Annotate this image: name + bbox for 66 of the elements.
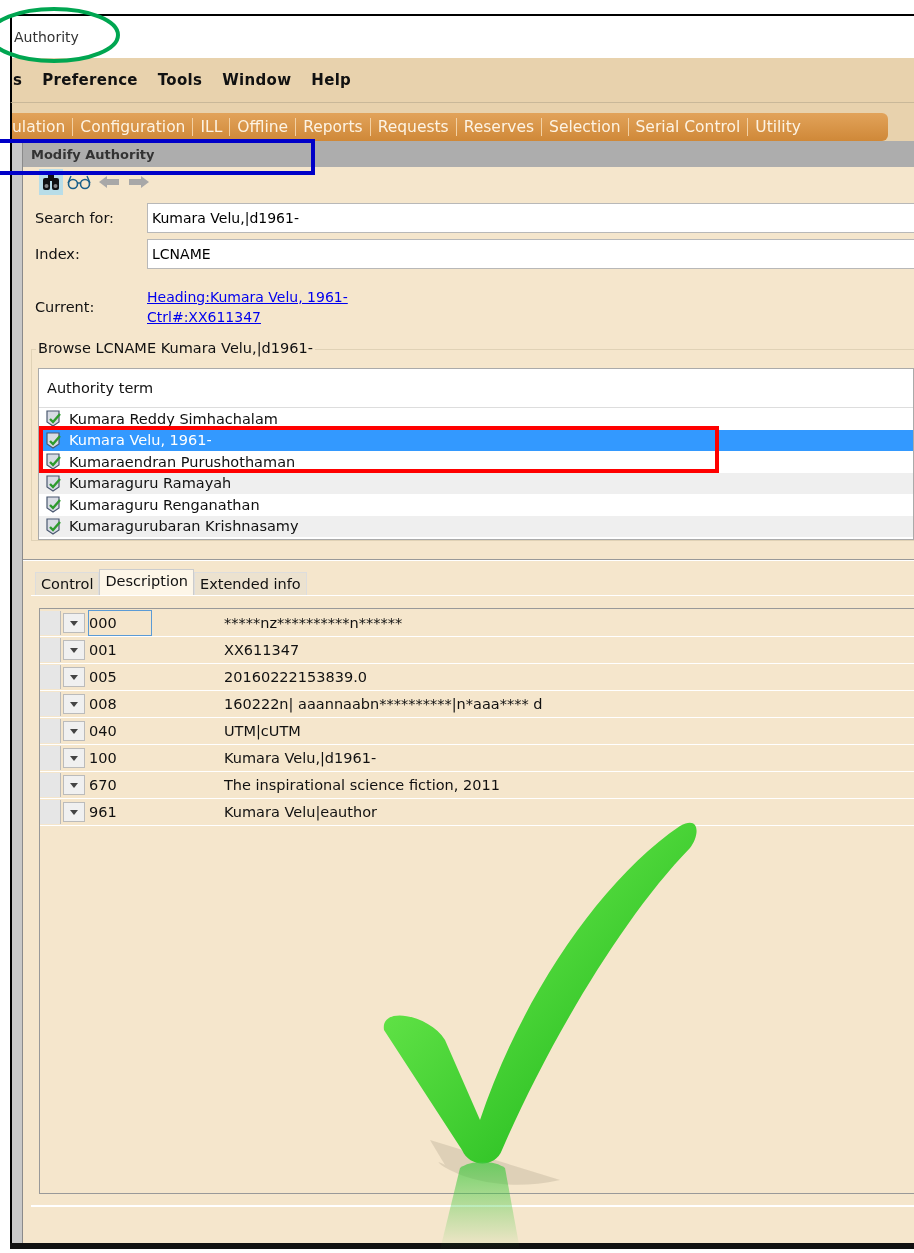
authority-row[interactable]: Kumaragurubaran Krishnasamy [39,515,913,537]
browse-group-title: Browse LCNAME Kumara Velu,|d1961- [36,340,315,356]
record-tab[interactable]: Extended info [194,572,307,595]
value-cell[interactable]: Kumara Velu,|d1961- [224,750,377,766]
value-cell[interactable]: XX611347 [224,642,300,658]
value-cell[interactable]: 20160222153839.0 [224,669,367,685]
tag-cell[interactable]: 005 [88,664,152,690]
panel-title: Modify Authority [31,146,155,162]
value-cell[interactable]: *****nz**********n****** [224,615,403,631]
authority-record-icon [45,517,63,535]
value-cell[interactable]: Kumara Velu|eauthor [224,804,377,820]
menu-item[interactable]: Help [310,71,353,89]
glasses-icon [67,173,91,191]
menu-item[interactable]: Preference [41,71,139,89]
index-field[interactable]: LCNAME [147,239,914,269]
authority-record-icon [45,453,63,471]
index-label: Index: [34,246,81,262]
dropdown-button[interactable] [63,802,85,822]
left-arrow-icon [97,174,121,190]
value-cell[interactable]: The inspirational science fiction, 2011 [224,777,500,793]
tag-cell[interactable]: 100 [88,745,152,771]
value-cell[interactable]: 160222n| aaannaabn**********|n*aaa**** d [224,696,543,712]
search-label: Search for: [34,210,115,226]
tag-cell[interactable]: 001 [88,637,152,663]
tag-cell[interactable]: 961 [88,799,152,825]
current-link[interactable]: Ctrl#:XX611347 [147,307,348,327]
caret-icon [70,674,78,680]
caret-icon [70,755,78,761]
window-title: Authority [14,29,79,45]
authority-row[interactable]: Kumaraguru Ramayah [39,472,913,494]
caret-icon [70,647,78,653]
tag-cell[interactable]: 000 [88,610,152,636]
dropdown-button[interactable] [63,613,85,633]
authority-record-icon [45,474,63,492]
caret-icon [70,782,78,788]
right-arrow-icon [127,174,151,190]
dropdown-button[interactable] [63,775,85,795]
caret-icon [70,620,78,626]
record-tab[interactable]: Description [99,569,194,595]
column-header: Authority term [47,380,154,396]
authority-row[interactable]: Kumaraendran Purushothaman [39,451,913,473]
authority-record-icon [45,496,63,514]
binoculars-icon [41,172,61,192]
menu-item[interactable]: Window [221,71,293,89]
current-label: Current: [34,299,96,315]
tag-cell[interactable]: 040 [88,718,152,744]
value-cell[interactable]: UTM|cUTM [224,723,301,739]
menu-item[interactable]: Tools [156,71,204,89]
authority-row[interactable]: Kumaraguru Renganathan [39,494,913,516]
authority-record-icon [45,410,63,428]
tag-cell[interactable]: 008 [88,691,152,717]
current-link[interactable]: Heading:Kumara Velu, 1961- [147,287,348,307]
dropdown-button[interactable] [63,748,85,768]
record-tab[interactable]: Control [35,572,100,595]
search-field[interactable]: Kumara Velu,|d1961- [147,203,914,233]
dropdown-button[interactable] [63,694,85,714]
dropdown-button[interactable] [63,667,85,687]
caret-icon [70,728,78,734]
authority-record-icon [45,431,63,449]
dropdown-button[interactable] [63,721,85,741]
dropdown-button[interactable] [63,640,85,660]
caret-icon [70,701,78,707]
authority-row[interactable]: Kumara Reddy Simhachalam [39,408,913,430]
tag-cell[interactable]: 670 [88,772,152,798]
menu-item[interactable]: s [12,71,24,89]
caret-icon [70,809,78,815]
